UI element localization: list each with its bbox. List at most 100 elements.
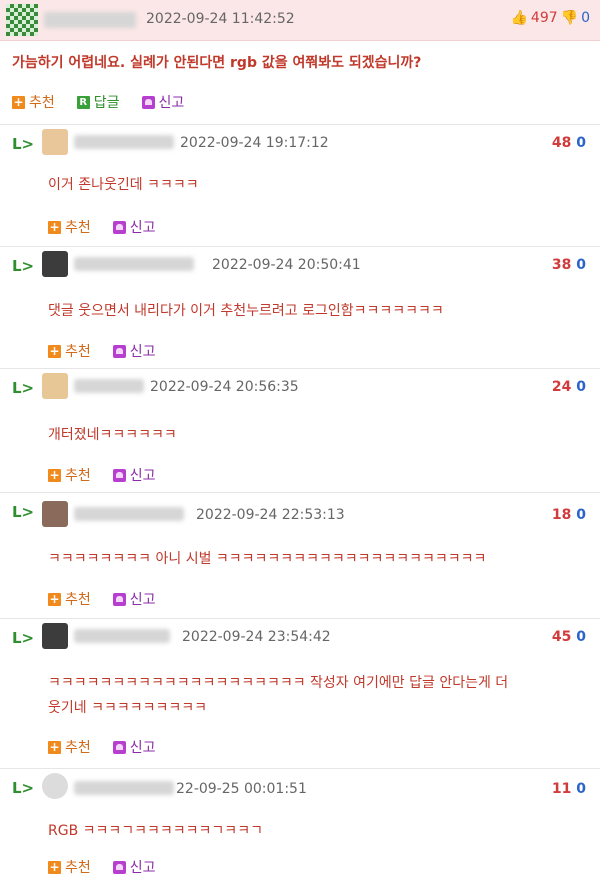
comment-item: L> 22-09-25 00:01:51 11 0 RGB ㅋㅋㅋㄱㅋㅋㅋㅋㅋㅋ… xyxy=(0,768,600,876)
comment-up-count: 11 xyxy=(551,781,572,797)
post-actions: + 추천 R 답글 신고 xyxy=(12,92,184,112)
comment-down-count: 0 xyxy=(576,629,586,645)
avatar[interactable] xyxy=(42,501,68,527)
author-avatar[interactable] xyxy=(6,4,38,36)
comment-down-count: 0 xyxy=(576,781,586,797)
recommend-label: 추천 xyxy=(65,468,91,484)
comment-votes: 18 0 xyxy=(552,507,586,523)
comment-up-count: 38 xyxy=(551,257,572,273)
report-button[interactable]: 신고 xyxy=(112,465,156,485)
comment-text: 개터졌네ㅋㅋㅋㅋㅋㅋ xyxy=(48,427,177,443)
report-button[interactable]: 신고 xyxy=(112,857,156,877)
recommend-label: 추천 xyxy=(65,740,91,756)
reply-icon: R xyxy=(76,95,90,109)
recommend-button[interactable]: + 추천 xyxy=(48,737,91,757)
plus-icon: + xyxy=(48,859,61,874)
report-button[interactable]: 신고 xyxy=(112,217,156,237)
comment-votes: 48 0 xyxy=(552,135,586,151)
comment-text-line2: 웃기네 ㅋㅋㅋㅋㅋㅋㅋㅋㅋ xyxy=(48,700,208,716)
recommend-button[interactable]: + 추천 xyxy=(48,857,91,877)
reply-label: 답글 xyxy=(93,95,120,111)
post-vote-counts: 👍 497 👎 0 xyxy=(510,10,590,26)
comment-votes: 45 0 xyxy=(552,629,586,645)
comment-actions: + 추천 신고 xyxy=(48,857,156,877)
report-button[interactable]: 신고 xyxy=(112,737,156,757)
comment-down-count: 0 xyxy=(576,257,586,273)
comment-timestamp: 2022-09-24 23:54:42 xyxy=(182,629,331,645)
report-button[interactable]: 신고 xyxy=(112,589,156,609)
recommend-label: 추천 xyxy=(65,220,91,236)
comment-timestamp: 22-09-25 00:01:51 xyxy=(176,781,307,797)
report-label: 신고 xyxy=(129,592,156,608)
siren-icon xyxy=(112,592,126,606)
comment-author-blurred[interactable] xyxy=(74,507,184,521)
siren-icon xyxy=(112,468,126,482)
avatar[interactable] xyxy=(42,773,68,799)
plus-icon: + xyxy=(48,343,61,358)
reply-arrow-icon: L> xyxy=(12,503,35,521)
comment-text: RGB ㅋㅋㅋㄱㅋㅋㅋㅋㅋㅋㄱㅋㅋㄱ xyxy=(48,823,263,839)
comment-text: ㅋㅋㅋㅋㅋㅋㅋㅋㅋㅋㅋㅋㅋㅋㅋㅋㅋㅋㅋㅋ 작성자 여기에만 답글 안다는게 더 xyxy=(48,675,509,691)
report-label: 신고 xyxy=(158,95,185,111)
recommend-button[interactable]: + 추천 xyxy=(48,217,91,237)
comment-actions: + 추천 신고 xyxy=(48,589,156,609)
comment-item: L> 2022-09-24 22:53:13 18 0 ㅋㅋㅋㅋㅋㅋㅋㅋ 아니 … xyxy=(0,492,600,615)
comment-up-count: 45 xyxy=(551,629,572,645)
recommend-button[interactable]: + 추천 xyxy=(48,465,91,485)
reply-arrow-icon: L> xyxy=(12,379,35,397)
reply-arrow-icon: L> xyxy=(12,779,35,797)
recommend-label: 추천 xyxy=(65,592,91,608)
comment-author-blurred[interactable] xyxy=(74,135,174,149)
recommend-button[interactable]: + 추천 xyxy=(48,589,91,609)
avatar[interactable] xyxy=(42,623,68,649)
avatar[interactable] xyxy=(42,373,68,399)
reply-arrow-icon: L> xyxy=(12,257,35,275)
comment-timestamp: 2022-09-24 22:53:13 xyxy=(196,507,345,523)
recommend-label: 추천 xyxy=(65,344,91,360)
post-body: 가늠하기 어렵네요. 실례가 안된다면 rgb 값을 여쭤봐도 되겠습니까? xyxy=(12,55,422,71)
comment-actions: + 추천 신고 xyxy=(48,217,156,237)
report-button[interactable]: 신고 xyxy=(112,341,156,361)
comment-text: ㅋㅋㅋㅋㅋㅋㅋㅋ 아니 시벌 ㅋㅋㅋㅋㅋㅋㅋㅋㅋㅋㅋㅋㅋㅋㅋㅋㅋㅋㅋㅋㅋ xyxy=(48,551,487,567)
comment-item: L> 2022-09-24 23:54:42 45 0 ㅋㅋㅋㅋㅋㅋㅋㅋㅋㅋㅋㅋ… xyxy=(0,618,600,765)
comment-actions: + 추천 신고 xyxy=(48,465,156,485)
comment-author-blurred[interactable] xyxy=(74,781,174,795)
up-count: 497 xyxy=(530,10,558,26)
comment-author-blurred[interactable] xyxy=(74,379,144,393)
siren-icon xyxy=(112,740,126,754)
plus-icon: + xyxy=(48,219,61,234)
thumbs-down-icon[interactable]: 👎 xyxy=(561,10,578,26)
recommend-label: 추천 xyxy=(65,860,91,876)
avatar[interactable] xyxy=(42,129,68,155)
report-label: 신고 xyxy=(129,860,156,876)
comment-down-count: 0 xyxy=(576,135,586,151)
plus-icon: + xyxy=(48,739,61,754)
plus-icon: + xyxy=(48,467,61,482)
recommend-label: 추천 xyxy=(29,95,55,111)
siren-icon xyxy=(112,344,126,358)
comment-down-count: 0 xyxy=(576,507,586,523)
comment-timestamp: 2022-09-24 19:17:12 xyxy=(180,135,329,151)
comment-author-blurred[interactable] xyxy=(74,629,170,643)
comment-author-blurred[interactable] xyxy=(74,257,194,271)
thumbs-up-icon[interactable]: 👍 xyxy=(510,10,527,26)
down-count: 0 xyxy=(581,10,590,26)
author-name-blurred[interactable] xyxy=(44,12,136,28)
siren-icon xyxy=(112,860,126,874)
comment-votes: 24 0 xyxy=(552,379,586,395)
reply-arrow-icon: L> xyxy=(12,629,35,647)
comment-votes: 38 0 xyxy=(552,257,586,273)
report-button[interactable]: 신고 xyxy=(141,92,185,112)
recommend-button[interactable]: + 추천 xyxy=(48,341,91,361)
siren-icon xyxy=(141,95,155,109)
report-label: 신고 xyxy=(129,220,156,236)
report-label: 신고 xyxy=(129,740,156,756)
comment-timestamp: 2022-09-24 20:56:35 xyxy=(150,379,299,395)
comment-up-count: 18 xyxy=(551,507,572,523)
reply-button[interactable]: R 답글 xyxy=(76,92,120,112)
comment-up-count: 24 xyxy=(551,379,572,395)
report-label: 신고 xyxy=(129,468,156,484)
recommend-button[interactable]: + 추천 xyxy=(12,92,55,112)
comment-votes: 11 0 xyxy=(552,781,586,797)
avatar[interactable] xyxy=(42,251,68,277)
